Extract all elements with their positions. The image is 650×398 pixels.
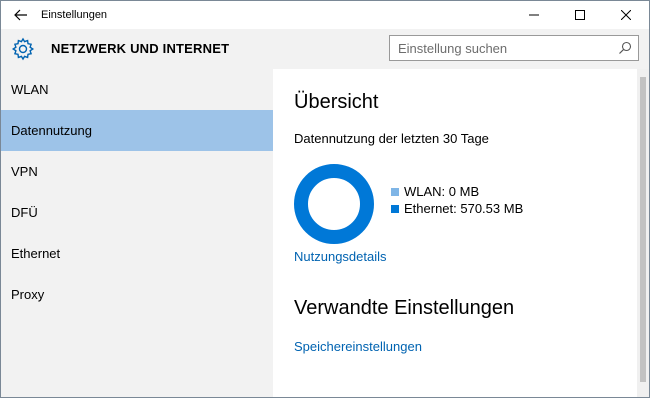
legend-wlan-label: WLAN: 0 MB xyxy=(404,184,480,199)
usage-caption: Datennutzung der letzten 30 Tage xyxy=(294,131,489,146)
sidebar-item-vpn[interactable]: VPN xyxy=(1,151,273,192)
minimize-icon xyxy=(529,14,539,16)
overview-heading: Übersicht xyxy=(294,91,379,113)
wlan-swatch xyxy=(391,187,399,196)
content-scrollbar[interactable] xyxy=(637,69,649,397)
sidebar-nav: WLAN Datennutzung VPN DFÜ Ethernet Proxy xyxy=(1,69,273,397)
search-box[interactable] xyxy=(389,35,639,61)
settings-header: NETZWERK UND INTERNET xyxy=(1,29,649,69)
legend-item-ethernet: Ethernet: 570.53 MB xyxy=(391,200,523,217)
close-button[interactable] xyxy=(603,1,649,29)
gear-icon xyxy=(11,37,35,61)
ethernet-swatch xyxy=(391,204,399,213)
back-arrow-icon xyxy=(14,9,27,21)
related-settings-heading: Verwandte Einstellungen xyxy=(294,297,515,319)
maximize-icon xyxy=(575,10,585,20)
ethernet-usage-ring xyxy=(294,164,374,244)
close-icon xyxy=(621,10,631,20)
back-button[interactable] xyxy=(1,1,41,29)
storage-settings-link[interactable]: Speichereinstellungen xyxy=(294,339,422,354)
sidebar-item-dfue[interactable]: DFÜ xyxy=(1,192,273,233)
sidebar-item-proxy[interactable]: Proxy xyxy=(1,274,273,315)
scrollbar-thumb[interactable] xyxy=(640,77,646,382)
legend-item-wlan: WLAN: 0 MB xyxy=(391,183,523,200)
sidebar-item-datennutzung[interactable]: Datennutzung xyxy=(1,110,273,151)
usage-legend: WLAN: 0 MB Ethernet: 570.53 MB xyxy=(391,183,523,217)
maximize-button[interactable] xyxy=(557,1,603,29)
data-usage-donut-chart xyxy=(294,164,374,244)
minimize-button[interactable] xyxy=(511,1,557,29)
section-title: NETZWERK UND INTERNET xyxy=(51,41,230,56)
search-icon[interactable] xyxy=(618,41,632,55)
window-title: Einstellungen xyxy=(41,9,108,21)
search-input[interactable] xyxy=(390,36,608,60)
settings-window: Einstellungen NETZWERK UND INTERNET Eins… xyxy=(0,0,650,398)
sidebar-item-ethernet[interactable]: Ethernet xyxy=(1,233,273,274)
legend-ethernet-label: Ethernet: 570.53 MB xyxy=(404,201,524,216)
title-bar: Einstellungen xyxy=(1,1,649,29)
window-controls xyxy=(511,1,649,29)
sidebar-item-wlan[interactable]: WLAN xyxy=(1,69,273,110)
usage-details-link[interactable]: Nutzungsdetails xyxy=(294,249,387,264)
main-content: Übersicht Datennutzung der letzten 30 Ta… xyxy=(273,69,637,397)
